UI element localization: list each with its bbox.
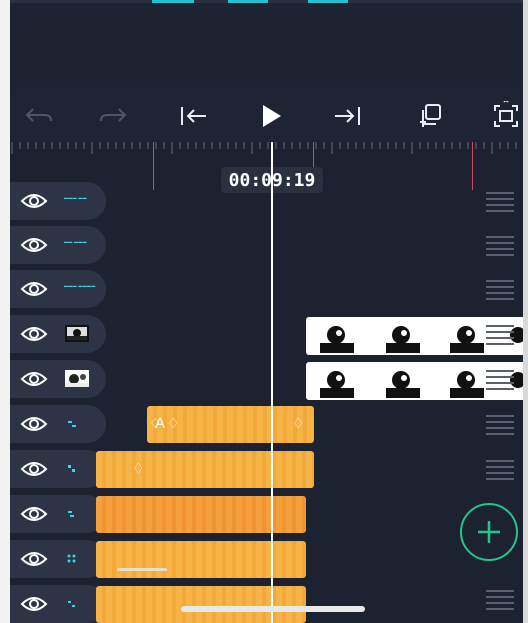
redo-icon <box>100 108 127 122</box>
playhead[interactable] <box>271 142 273 623</box>
track-header[interactable]: ▬▬▬ ▬▬▬▬ <box>10 270 106 308</box>
track-header[interactable] <box>10 405 106 443</box>
eye-icon[interactable] <box>18 590 50 618</box>
image-thumbnail <box>65 325 89 342</box>
effect-icon <box>66 507 78 519</box>
left-edge <box>0 0 10 623</box>
timeline-ruler[interactable] <box>10 142 523 168</box>
duplicate-button[interactable] <box>410 96 450 136</box>
plus-icon <box>478 521 500 543</box>
track-header[interactable] <box>10 450 106 488</box>
eye-icon[interactable] <box>18 545 50 573</box>
track-label: ▬▬▬ ▬▬ <box>64 195 87 200</box>
track-header[interactable] <box>10 360 106 398</box>
scroll-indicator <box>117 568 167 571</box>
top-tab-indicator <box>228 0 268 3</box>
top-area <box>0 0 528 92</box>
eye-icon[interactable] <box>18 500 50 528</box>
track-header[interactable] <box>10 315 106 353</box>
keyframe-icon: ♢ <box>167 415 180 431</box>
timeline-marker[interactable] <box>153 142 154 190</box>
reorder-handle[interactable] <box>486 188 514 216</box>
jump-to-end-icon <box>335 107 360 125</box>
top-tab-indicator <box>308 0 348 3</box>
jump-to-end-button[interactable] <box>328 96 368 136</box>
jump-to-start-button[interactable] <box>173 96 213 136</box>
effect-icon <box>66 417 78 429</box>
ruler-ticks <box>11 142 517 154</box>
keyframe-icon: ♢ <box>132 460 145 476</box>
jump-to-start-icon <box>181 107 206 125</box>
image-thumbnail <box>65 370 89 387</box>
reorder-handle[interactable] <box>486 366 514 394</box>
playback-toolbar <box>10 92 523 142</box>
copy-icon <box>420 104 441 127</box>
track-header[interactable]: ▬▬▬ ▬▬ <box>10 182 106 220</box>
eye-icon[interactable] <box>18 455 50 483</box>
reorder-handle[interactable] <box>486 321 514 349</box>
undo-button[interactable] <box>18 96 58 136</box>
reorder-handle[interactable] <box>486 586 514 614</box>
keyframe-icon: ♢ <box>292 415 305 431</box>
fit-screen-button[interactable] <box>486 96 526 136</box>
add-track-button[interactable] <box>460 503 518 561</box>
undo-icon <box>25 108 52 122</box>
effect-clip[interactable]: ♢ <box>96 451 314 488</box>
track-header[interactable] <box>10 495 106 533</box>
eye-icon[interactable] <box>18 187 50 215</box>
track-header[interactable] <box>10 585 106 623</box>
right-edge <box>523 0 528 623</box>
timeline-marker[interactable] <box>472 142 473 190</box>
home-indicator <box>181 606 365 612</box>
eye-icon[interactable] <box>18 231 50 259</box>
reorder-handle[interactable] <box>486 232 514 260</box>
redo-button[interactable] <box>94 96 134 136</box>
effect-icon <box>66 462 78 474</box>
effect-clip[interactable] <box>96 586 306 623</box>
eye-icon[interactable] <box>18 365 50 393</box>
top-tab-indicator <box>152 0 194 3</box>
reorder-handle[interactable] <box>486 276 514 304</box>
reorder-handle[interactable] <box>486 411 514 439</box>
eye-icon[interactable] <box>18 320 50 348</box>
effect-icon <box>66 552 78 564</box>
track-header[interactable] <box>10 540 106 578</box>
track-header[interactable]: ▬▬ ▬▬▬ <box>10 226 106 264</box>
track-label: ▬▬▬ ▬▬▬▬ <box>64 283 96 288</box>
eye-icon[interactable] <box>18 410 50 438</box>
fit-to-screen-icon <box>494 101 518 127</box>
clip-label: A <box>155 415 166 432</box>
effect-clip[interactable] <box>96 496 306 533</box>
track-label: ▬▬ ▬▬▬ <box>64 239 87 244</box>
effect-clip[interactable]: ♢ A ♢ ♢ <box>147 406 314 443</box>
effect-clip[interactable] <box>96 541 306 578</box>
play-button[interactable] <box>251 96 291 136</box>
eye-icon[interactable] <box>18 275 50 303</box>
play-icon <box>263 105 281 127</box>
effect-icon <box>66 597 78 609</box>
reorder-handle[interactable] <box>486 456 514 484</box>
